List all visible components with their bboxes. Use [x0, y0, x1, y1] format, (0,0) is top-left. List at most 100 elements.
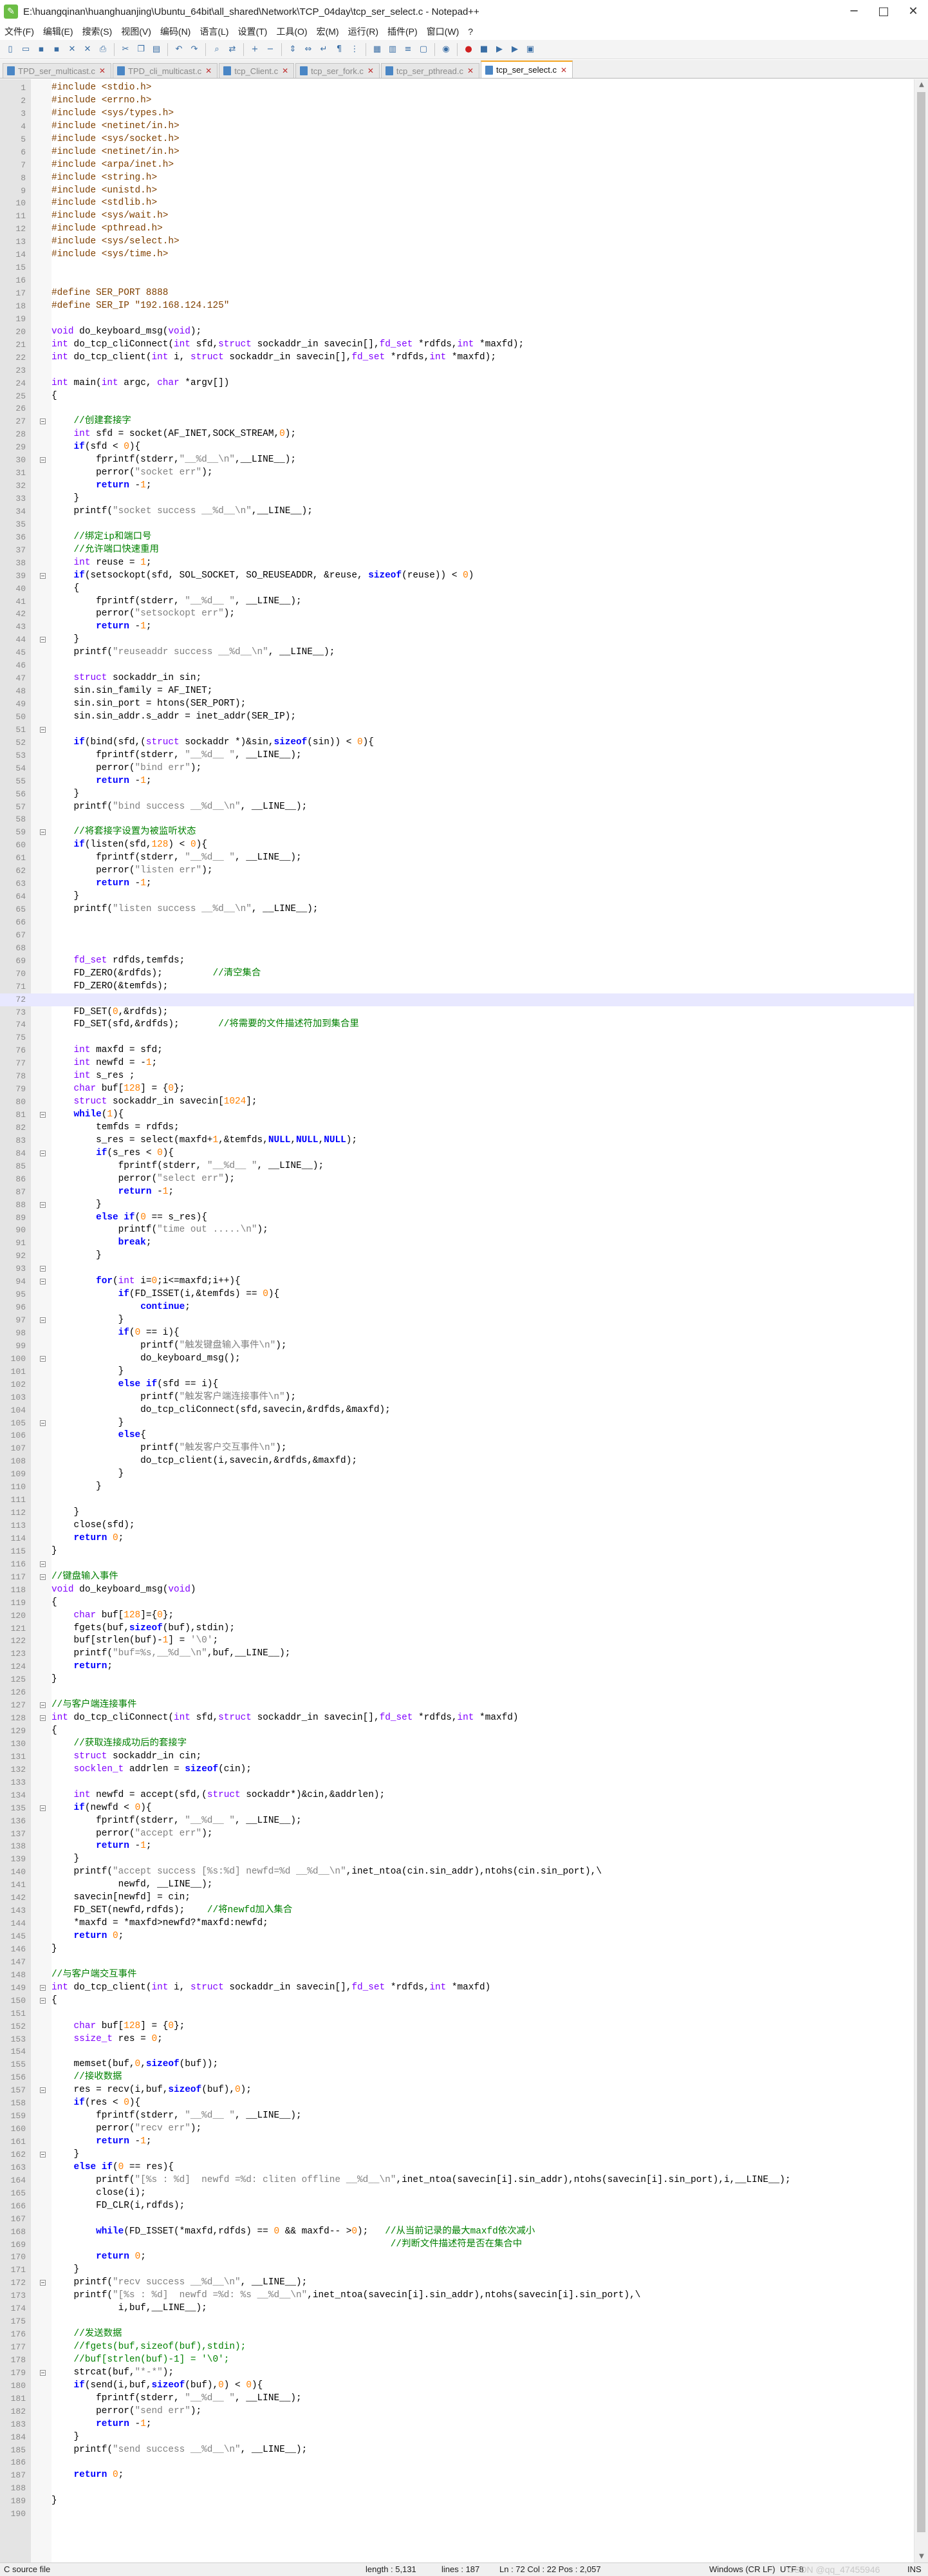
code-line[interactable]: 189} — [0, 2495, 914, 2508]
code-line[interactable]: 73 FD_SET(0,&rdfds); — [0, 1006, 914, 1019]
paste-icon[interactable]: ▤ — [150, 43, 163, 56]
code-line[interactable]: 123 printf("buf=%s,__%d__\n",buf,__LINE_… — [0, 1648, 914, 1660]
code-line[interactable]: 122 buf[strlen(buf)-1] = '\0'; — [0, 1635, 914, 1648]
code-line[interactable]: 52 if(bind(sfd,(struct sockaddr *)&sin,s… — [0, 737, 914, 749]
code-line[interactable]: 48 sin.sin_family = AF_INET; — [0, 685, 914, 698]
code-line[interactable]: 61 fprintf(stderr, "__%d__ ", __LINE__); — [0, 852, 914, 865]
code-line[interactable]: 172 printf("recv success __%d__\n", __LI… — [0, 2277, 914, 2289]
code-line[interactable]: 124 return; — [0, 1660, 914, 1673]
code-line[interactable]: 111 — [0, 1494, 914, 1507]
menu-item[interactable]: 文件(F) — [0, 25, 39, 38]
code-line[interactable]: 162 } — [0, 2148, 914, 2161]
tab[interactable]: tcp_ser_fork.c ✕ — [295, 63, 380, 78]
code-line[interactable]: 82 temfds = rdfds; — [0, 1122, 914, 1134]
code-line[interactable]: 70 FD_ZERO(&rdfds); //清空集合 — [0, 968, 914, 981]
function-list-icon[interactable]: ≡ — [402, 43, 414, 56]
code-line[interactable]: 115} — [0, 1545, 914, 1558]
code-line[interactable]: 169 //判断文件描述符是否在集合中 — [0, 2239, 914, 2252]
code-line[interactable]: 109 } — [0, 1468, 914, 1481]
menu-item[interactable]: 运行(R) — [344, 25, 383, 38]
code-line[interactable]: 103 printf("触发客户端连接事件\n"); — [0, 1391, 914, 1404]
code-line[interactable]: 26 — [0, 402, 914, 415]
code-line[interactable]: 3 #include <sys/types.h> — [0, 108, 914, 120]
code-line[interactable]: 167 — [0, 2213, 914, 2226]
code-line[interactable]: 149 int do_tcp_client(int i, struct socka… — [0, 1982, 914, 1995]
code-line[interactable]: 176 //发送数据 — [0, 2328, 914, 2341]
fold-toggle-icon[interactable] — [40, 2369, 46, 2376]
fold-toggle-icon[interactable] — [40, 1702, 46, 1709]
code-line[interactable]: 129 { — [0, 1725, 914, 1738]
code-line[interactable]: 137 perror("accept err"); — [0, 1828, 914, 1841]
code-line[interactable]: 177 //fgets(buf,sizeof(buf),stdin); — [0, 2341, 914, 2354]
code-line[interactable]: 185 printf("send success __%d__\n", __LI… — [0, 2444, 914, 2457]
menu-item[interactable]: 工具(O) — [272, 25, 311, 38]
code-line[interactable]: 143 FD_SET(newfd,rdfds); //将newfd加入集合 — [0, 1904, 914, 1917]
menu-item[interactable]: 搜索(S) — [78, 25, 117, 38]
code-line[interactable]: 79 char buf[128] = {0}; — [0, 1083, 914, 1096]
tab-close-icon[interactable]: ✕ — [282, 66, 288, 75]
code-line[interactable]: 183 return -1; — [0, 2418, 914, 2431]
word-wrap-icon[interactable]: ↵ — [317, 43, 330, 56]
code-line[interactable]: 156 //接收数据 — [0, 2071, 914, 2084]
code-line[interactable]: 62 perror("listen err"); — [0, 865, 914, 878]
menu-item[interactable]: 编码(N) — [156, 25, 195, 38]
code-line[interactable]: 29 if(sfd < 0){ — [0, 441, 914, 454]
code-line[interactable]: 4 #include <netinet/in.h> — [0, 120, 914, 133]
code-line[interactable]: 134 int newfd = accept(sfd,(struct socka… — [0, 1789, 914, 1802]
menu-item[interactable]: 视图(V) — [116, 25, 156, 38]
code-line[interactable]: 101 } — [0, 1366, 914, 1378]
code-line[interactable]: 22 int do_tcp_client(int i, struct sockad… — [0, 352, 914, 364]
run-macro-multiple-icon[interactable]: ▶ — [508, 43, 521, 56]
doc-map-icon[interactable]: ▥ — [386, 43, 399, 56]
undo-icon[interactable]: ↶ — [172, 43, 185, 56]
code-line[interactable]: 63 return -1; — [0, 878, 914, 890]
code-line[interactable]: 128 int do_tcp_cliConnect(int sfd,struct … — [0, 1712, 914, 1725]
code-line[interactable]: 32 return -1; — [0, 480, 914, 493]
save-all-icon[interactable]: ▪ — [50, 43, 63, 56]
code-line[interactable]: 39 if(setsockopt(sfd, SOL_SOCKET, SO_REU… — [0, 570, 914, 583]
open-file-icon[interactable]: ▭ — [19, 43, 32, 56]
monitoring-icon[interactable]: ◉ — [440, 43, 452, 56]
code-line[interactable]: 16 — [0, 274, 914, 287]
fold-toggle-icon[interactable] — [40, 2087, 46, 2094]
code-line[interactable]: 152 char buf[128] = {0}; — [0, 2020, 914, 2033]
code-line[interactable]: 55 return -1; — [0, 775, 914, 788]
code-line[interactable]: 83 s_res = select(maxfd+1,&temfds,NULL,N… — [0, 1134, 914, 1147]
code-line[interactable]: 49 sin.sin_port = htons(SER_PORT); — [0, 698, 914, 711]
code-line[interactable]: 119 { — [0, 1597, 914, 1610]
redo-icon[interactable]: ↷ — [188, 43, 201, 56]
code-line[interactable]: 117 //键盘输入事件 — [0, 1571, 914, 1584]
menu-item[interactable]: 编辑(E) — [39, 25, 78, 38]
code-line[interactable]: 154 — [0, 2045, 914, 2058]
code-line[interactable]: 121 fgets(buf,sizeof(buf),stdin); — [0, 1622, 914, 1635]
code-line[interactable]: 41 fprintf(stderr, "__%d__ ", __LINE__); — [0, 596, 914, 608]
code-line[interactable]: 181 fprintf(stderr, "__%d__ ", __LINE__)… — [0, 2393, 914, 2405]
code-line[interactable]: 36 //绑定ip和端口号 — [0, 531, 914, 544]
copy-icon[interactable]: ❐ — [135, 43, 147, 56]
code-editor[interactable]: 1 #include <stdio.h> 2 #include <errno.h> 3 #… — [0, 79, 928, 2562]
code-line[interactable]: 132 socklen_t addrlen = sizeof(cin); — [0, 1763, 914, 1776]
code-line[interactable]: 34 printf("socket success __%d__\n",__LI… — [0, 505, 914, 518]
fold-toggle-icon[interactable] — [40, 1574, 46, 1580]
tab-close-icon[interactable]: ✕ — [99, 66, 106, 75]
code-line[interactable]: 142 savecin[newfd] = cin; — [0, 1892, 914, 1904]
tab[interactable]: tcp_ser_pthread.c ✕ — [380, 63, 480, 78]
code-line[interactable]: 100 do_keyboard_msg(); — [0, 1353, 914, 1366]
code-line[interactable]: 145 return 0; — [0, 1930, 914, 1943]
code-line[interactable]: 19 — [0, 313, 914, 326]
folder-workspace-icon[interactable]: ▢ — [417, 43, 430, 56]
code-line[interactable]: 59 //将套接字设置为被监听状态 — [0, 826, 914, 839]
code-line[interactable]: 174 i,buf,__LINE__); — [0, 2302, 914, 2315]
code-line[interactable]: 179 strcat(buf,"*-*"); — [0, 2367, 914, 2380]
menu-item[interactable]: 插件(P) — [383, 25, 422, 38]
code-line[interactable]: 50 sin.sin_addr.s_addr = inet_addr(SER_I… — [0, 711, 914, 724]
code-line[interactable]: 58 — [0, 813, 914, 826]
tab[interactable]: tcp_Client.c ✕ — [219, 63, 295, 78]
code-line[interactable]: 160 perror("recv err"); — [0, 2123, 914, 2136]
maximize-button[interactable]: □ — [869, 0, 898, 23]
tab-close-icon[interactable]: ✕ — [561, 66, 567, 75]
code-line[interactable]: 38 int reuse = 1; — [0, 557, 914, 570]
fold-toggle-icon[interactable] — [40, 572, 46, 579]
find-icon[interactable]: ⌕ — [210, 43, 223, 56]
sync-vertical-icon[interactable]: ⇕ — [286, 43, 299, 56]
